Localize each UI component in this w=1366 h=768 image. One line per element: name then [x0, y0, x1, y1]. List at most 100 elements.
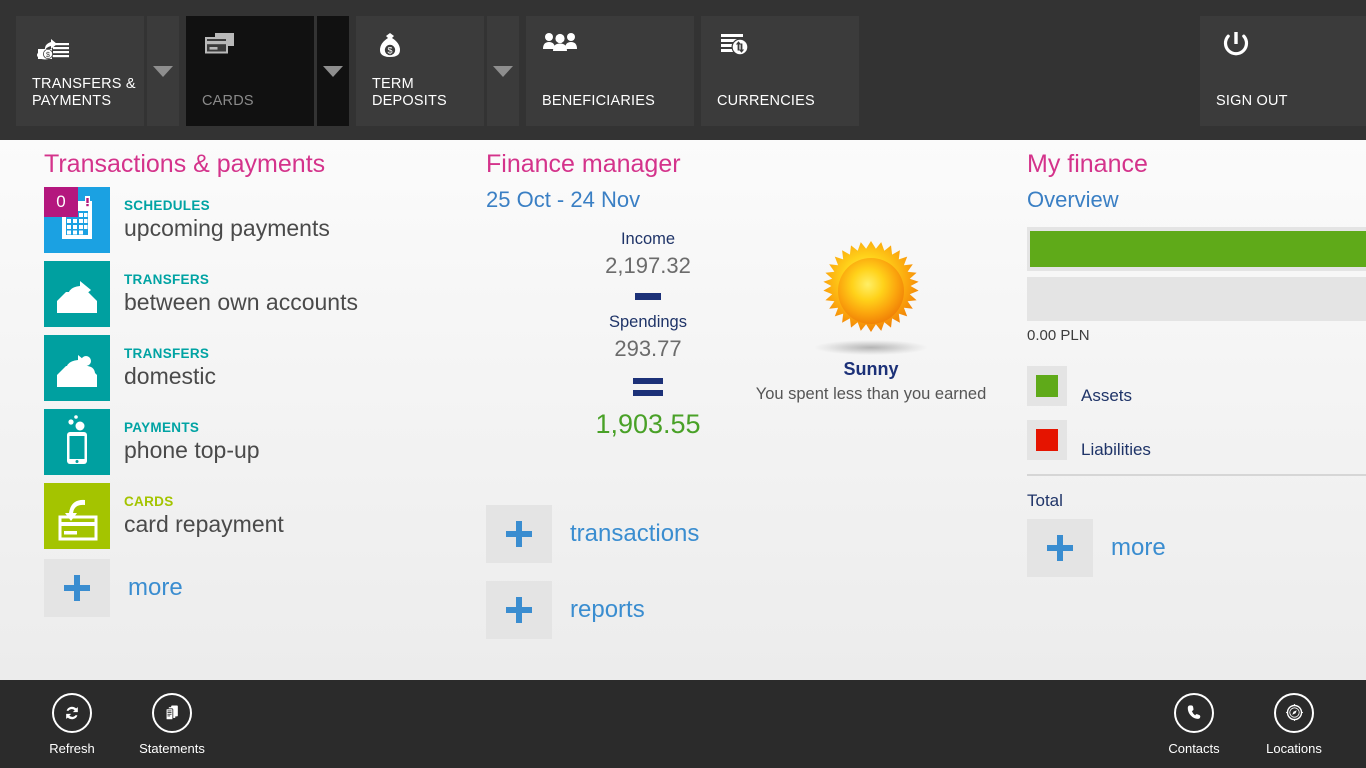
documents-icon	[152, 692, 192, 733]
my-finance-title: My finance	[1027, 150, 1148, 178]
sign-out-label: SIGN OUT	[1216, 93, 1288, 109]
legend-row-assets: Assets 2,14	[1027, 362, 1366, 410]
legend-row-liabilities: Liabilities	[1027, 416, 1366, 464]
tile-name-card-repayment: card repayment	[124, 510, 284, 537]
nav-tile-cards[interactable]: CARDS	[186, 16, 314, 126]
chevron-down-icon	[153, 65, 173, 77]
nav-tile-transfers-payments[interactable]: $ TRANSFERS & PAYMENTS	[16, 16, 144, 126]
total-label: Total	[1027, 491, 1063, 510]
nav-tile-beneficiaries[interactable]: BENEFICIARIES	[526, 16, 694, 126]
money-bag-icon: $	[372, 28, 412, 62]
money-transfer-icon: $	[32, 28, 72, 62]
transfer-domestic-icon	[44, 335, 110, 401]
plus-icon	[44, 559, 110, 617]
assets-color-swatch	[1036, 375, 1058, 397]
totals-divider	[1027, 474, 1366, 476]
mobile-phone-icon	[44, 409, 110, 475]
transactions-more-label: more	[128, 574, 183, 601]
locations-button[interactable]: Locations	[1244, 692, 1344, 756]
total-row: Total 2,14	[1027, 484, 1366, 517]
minus-operator-icon	[635, 293, 661, 300]
sun-graphic	[751, 239, 991, 357]
finance-manager-period[interactable]: 25 Oct - 24 Nov	[486, 187, 1006, 213]
people-icon	[542, 28, 582, 62]
nav-caret-cards[interactable]	[317, 16, 349, 126]
tile-name-domestic: domestic	[124, 362, 217, 389]
nav-tile-term-deposits[interactable]: $ TERM DEPOSITS	[356, 16, 484, 126]
tile-text-transfers-own: TRANSFERS between own accounts	[110, 261, 358, 327]
locations-label: Locations	[1266, 740, 1322, 756]
app-root: $ TRANSFERS & PAYMENTS CARDS $ TERM DEPO…	[0, 0, 1366, 768]
transactions-section-title: Transactions & payments	[44, 150, 326, 178]
svg-text:$: $	[387, 46, 392, 56]
plus-icon	[486, 581, 552, 639]
finance-manager-section: Finance manager 25 Oct - 24 Nov Income 2…	[486, 140, 1006, 639]
tile-name-phone-top-up: phone top-up	[124, 436, 260, 463]
nav-caret-transfers-payments[interactable]	[147, 16, 179, 126]
finance-manager-summary: Income 2,197.32 Spendings 293.77 1,903.5…	[486, 227, 1006, 527]
my-finance-overview-link[interactable]: Overview	[1027, 187, 1366, 213]
assets-bar-fill	[1030, 231, 1366, 267]
transactions-more-button[interactable]: more	[44, 559, 474, 617]
top-navigation-bar: $ TRANSFERS & PAYMENTS CARDS $ TERM DEPO…	[0, 0, 1366, 140]
nav-label-cards: CARDS	[202, 93, 254, 109]
nav-label-currencies: CURRENCIES	[717, 93, 815, 109]
refresh-button[interactable]: Refresh	[22, 692, 122, 756]
tile-text-transfers-domestic: TRANSFERS domestic	[110, 335, 216, 401]
tile-kicker-cards: CARDS	[124, 493, 174, 509]
credit-cards-icon	[202, 28, 242, 62]
transfer-own-icon	[44, 261, 110, 327]
contacts-label: Contacts	[1168, 740, 1220, 756]
weather-summary: Sunny You spent less than you earned	[751, 239, 991, 405]
finance-manager-title: Finance manager	[486, 150, 681, 178]
assets-label: Assets	[1081, 386, 1133, 405]
finance-manager-total-value: 1,903.55	[595, 409, 701, 439]
assets-bar-track	[1027, 227, 1366, 271]
statements-button[interactable]: Statements	[122, 692, 222, 756]
tile-kicker-schedules: SCHEDULES	[124, 197, 210, 213]
nav-label-beneficiaries: BENEFICIARIES	[542, 93, 655, 109]
nav-tile-currencies[interactable]: CURRENCIES	[701, 16, 859, 126]
income-label: Income	[620, 230, 676, 248]
tile-cards-card-repayment[interactable]: CARDS card repayment	[44, 483, 474, 549]
income-value: 2,197.32	[605, 253, 691, 278]
main-content: Transactions & payments 0 SCHEDULES upco…	[0, 140, 1366, 680]
app-bar-right-group: Contacts Locations	[1144, 692, 1344, 756]
tile-transfers-domestic[interactable]: TRANSFERS domestic	[44, 335, 474, 401]
power-icon	[1216, 28, 1256, 62]
sun-shadow	[815, 340, 927, 355]
chevron-down-icon	[323, 65, 343, 77]
assets-swatch-box	[1027, 366, 1067, 406]
contacts-button[interactable]: Contacts	[1144, 692, 1244, 756]
tile-transfers-between-own-accounts[interactable]: TRANSFERS between own accounts	[44, 261, 474, 327]
statements-label: Statements	[139, 740, 205, 756]
nav-caret-term-deposits[interactable]	[487, 16, 519, 126]
tile-name-between-own-accounts: between own accounts	[124, 288, 358, 315]
tile-kicker-transfers-own: TRANSFERS	[124, 271, 210, 287]
liabilities-label: Liabilities	[1081, 440, 1151, 459]
tile-kicker-transfers-domestic: TRANSFERS	[124, 345, 210, 361]
plus-icon	[1027, 519, 1093, 577]
nav-label-transfers-payments: TRANSFERS & PAYMENTS	[32, 76, 136, 109]
nav-group-transfers-payments: $ TRANSFERS & PAYMENTS	[16, 16, 179, 126]
tile-text-card-repayment: CARDS card repayment	[110, 483, 284, 549]
refresh-label: Refresh	[49, 740, 95, 756]
finance-manager-reports-label: reports	[570, 596, 645, 623]
liabilities-bar-track	[1027, 277, 1366, 321]
card-repay-icon	[44, 483, 110, 549]
my-finance-more-label: more	[1111, 534, 1166, 561]
finance-manager-figures: Income 2,197.32 Spendings 293.77 1,903.5…	[558, 227, 738, 442]
exchange-rates-icon	[717, 28, 757, 62]
weather-status-description: You spent less than you earned	[755, 385, 987, 403]
sign-out-button[interactable]: SIGN OUT	[1200, 16, 1366, 126]
tile-schedules-upcoming-payments[interactable]: 0 SCHEDULES upcoming payments	[44, 187, 474, 253]
bottom-app-bar: Refresh Statements Contacts Locations	[0, 680, 1366, 768]
transactions-payments-section: Transactions & payments 0 SCHEDULES upco…	[44, 140, 474, 617]
weather-status-name: Sunny	[843, 359, 899, 379]
chevron-down-icon	[493, 65, 513, 77]
my-finance-more-button[interactable]: more	[1027, 519, 1366, 577]
finance-manager-reports-button[interactable]: reports	[486, 581, 1006, 639]
nav-group-beneficiaries: BENEFICIARIES	[526, 16, 694, 126]
tile-payments-phone-topup[interactable]: PAYMENTS phone top-up	[44, 409, 474, 475]
nav-group-term-deposits: $ TERM DEPOSITS	[356, 16, 519, 126]
